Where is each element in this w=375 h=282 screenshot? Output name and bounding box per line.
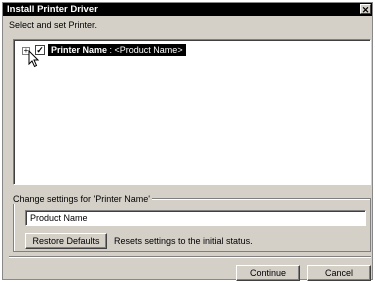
install-printer-driver-dialog: Install Printer Driver ✕ Select and set … <box>2 2 373 281</box>
title-bar[interactable]: Install Printer Driver ✕ <box>3 3 372 16</box>
tree-item-printer[interactable]: Printer Name : <Product Name> <box>48 44 186 56</box>
instruction-text: Select and set Printer. <box>9 20 98 30</box>
mouse-cursor-icon <box>28 50 40 68</box>
window-title: Install Printer Driver <box>7 4 98 15</box>
product-name-input[interactable] <box>25 210 366 226</box>
printer-tree-view[interactable]: + ✓ Printer Name : <Product Name> <box>13 39 371 185</box>
tree-item-label-rest: : <Product Name> <box>107 45 183 55</box>
restore-description: Resets settings to the initial status. <box>114 236 253 246</box>
restore-defaults-button[interactable]: Restore Defaults <box>25 233 107 249</box>
tree-item-label-bold: Printer Name <box>51 45 108 55</box>
separator <box>9 256 371 258</box>
cancel-button[interactable]: Cancel <box>307 265 371 281</box>
continue-button[interactable]: Continue <box>236 265 300 281</box>
close-icon[interactable]: ✕ <box>360 4 371 15</box>
settings-group-label: Change settings for 'Printer Name' <box>11 194 152 204</box>
